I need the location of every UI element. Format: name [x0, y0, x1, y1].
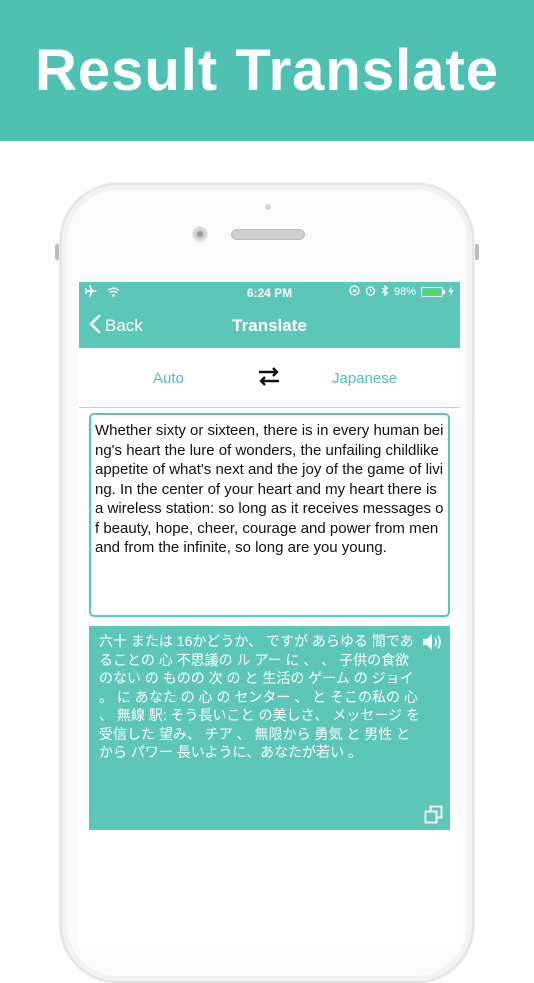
translated-text: 六十 または 16かどうか、 ですが あらゆる 間であることの 心 不思議の ル… [99, 633, 420, 760]
copy-icon[interactable] [424, 805, 444, 825]
lock-rotation-icon [349, 285, 360, 299]
source-language-button[interactable]: Auto [153, 370, 184, 387]
charging-icon [448, 285, 454, 299]
bluetooth-icon [381, 284, 389, 299]
phone-side-button-right [474, 244, 479, 260]
speaker-icon[interactable] [422, 633, 444, 651]
earpiece-speaker [231, 229, 305, 240]
navigation-bar: Back Translate [79, 304, 460, 348]
alarm-icon [365, 285, 376, 299]
app-screen: 6:24 PM 98% Back Translate Auto Japanese… [79, 282, 460, 950]
translation-output: 六十 または 16かどうか、 ですが あらゆる 間であることの 心 不思議の ル… [89, 626, 450, 830]
source-text-input[interactable]: Whether sixty or sixteen, there is in ev… [89, 413, 450, 617]
battery-percent: 98% [393, 286, 416, 298]
banner-title: Result Translate [34, 37, 500, 103]
status-bar: 6:24 PM 98% [79, 282, 460, 304]
language-selector-bar: Auto Japanese [79, 348, 460, 408]
page-title: Translate [232, 316, 307, 335]
target-language-button[interactable]: Japanese [332, 370, 397, 387]
proximity-sensor [265, 204, 271, 210]
promo-banner: Result Translate [0, 0, 534, 141]
front-camera-icon [192, 226, 208, 242]
battery-icon [421, 287, 445, 297]
swap-arrows-icon[interactable] [257, 362, 281, 392]
